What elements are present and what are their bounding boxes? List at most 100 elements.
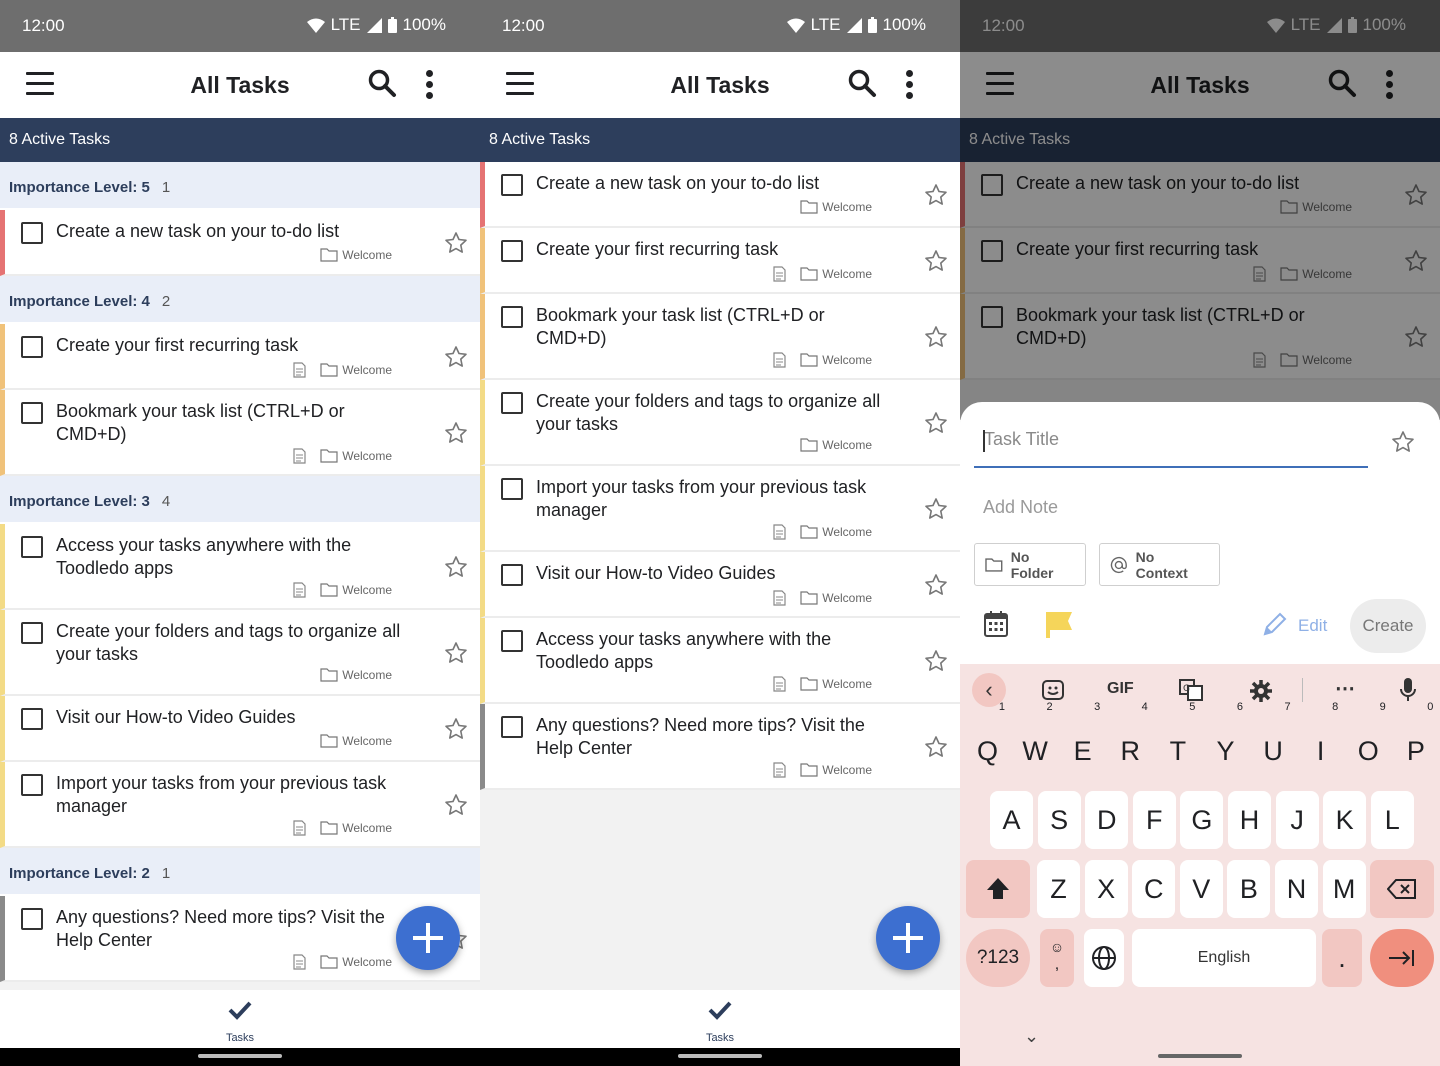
task-checkbox[interactable] (501, 478, 523, 500)
star-button[interactable] (444, 793, 468, 822)
key-f[interactable]: F (1132, 791, 1176, 849)
star-button[interactable] (444, 231, 468, 260)
star-icon[interactable] (444, 421, 468, 445)
task-title[interactable]: Create your first recurring task (536, 238, 886, 261)
star-icon[interactable] (444, 641, 468, 665)
key-b[interactable]: B (1227, 860, 1271, 918)
task-checkbox[interactable] (21, 336, 43, 358)
task-item[interactable]: Access your tasks anywhere with the Tood… (0, 524, 480, 610)
task-title[interactable]: Bookmark your task list (CTRL+D or CMD+D… (56, 400, 406, 446)
task-item[interactable]: Create a new task on your to-do list Welc… (0, 210, 480, 276)
star-icon[interactable] (444, 717, 468, 741)
key-a[interactable]: A (990, 791, 1033, 849)
task-title[interactable]: Create your first recurring task (56, 334, 406, 357)
star-icon[interactable] (444, 231, 468, 255)
task-item[interactable]: Create a new task on your to-do list Welc… (480, 162, 960, 228)
task-item[interactable]: Create your first recurring task Welcome (0, 324, 480, 390)
star-button[interactable] (924, 573, 948, 602)
task-item[interactable]: Create your folders and tags to organize… (480, 380, 960, 466)
key-t[interactable]: T5 (1156, 702, 1199, 780)
star-button[interactable] (924, 735, 948, 764)
key-d[interactable]: D (1085, 791, 1129, 849)
task-item[interactable]: Bookmark your task list (CTRL+D or CMD+D… (0, 390, 480, 476)
flag-icon[interactable] (1044, 610, 1074, 638)
task-item[interactable]: Create your folders and tags to organize… (0, 610, 480, 696)
backspace-key[interactable] (1370, 860, 1434, 918)
task-item[interactable]: Import your tasks from your previous tas… (480, 466, 960, 552)
tasks-nav-label[interactable]: Tasks (480, 1032, 960, 1044)
task-checkbox[interactable] (21, 536, 43, 558)
checkmark-icon[interactable] (228, 1000, 252, 1020)
gif-button[interactable]: GIF (1107, 680, 1134, 698)
folder-chip[interactable]: No Folder (974, 543, 1086, 586)
key-i[interactable]: I8 (1299, 702, 1342, 780)
key-j[interactable]: J (1275, 791, 1319, 849)
hide-keyboard-icon[interactable]: ⌄ (1024, 1026, 1039, 1047)
key-v[interactable]: V (1179, 860, 1223, 918)
star-button[interactable] (924, 325, 948, 354)
task-title[interactable]: Create your folders and tags to organize… (56, 620, 406, 666)
space-key[interactable]: English (1132, 929, 1316, 987)
key-h[interactable]: H (1228, 791, 1271, 849)
task-title[interactable]: Visit our How-to Video Guides (56, 706, 406, 729)
next-key[interactable] (1370, 929, 1434, 987)
key-k[interactable]: K (1323, 791, 1367, 849)
star-icon[interactable] (924, 249, 948, 273)
more-horizontal-icon[interactable]: ⋯ (1335, 676, 1355, 701)
star-icon[interactable] (924, 573, 948, 597)
task-checkbox[interactable] (21, 774, 43, 796)
task-title[interactable]: Create your folders and tags to organize… (536, 390, 886, 436)
add-task-button[interactable] (396, 906, 460, 970)
tasks-nav-label[interactable]: Tasks (0, 1032, 480, 1044)
shift-key[interactable] (966, 860, 1030, 918)
star-icon[interactable] (444, 555, 468, 579)
task-checkbox[interactable] (501, 392, 523, 414)
key-m[interactable]: M (1322, 860, 1366, 918)
star-button[interactable] (924, 411, 948, 440)
key-q[interactable]: Q1 (966, 702, 1009, 780)
importance-group-header[interactable]: Importance Level: 5 1 (0, 162, 480, 210)
key-p[interactable]: P0 (1394, 702, 1437, 780)
checkmark-icon[interactable] (708, 1000, 732, 1020)
star-button[interactable] (444, 641, 468, 670)
star-button[interactable] (444, 345, 468, 374)
task-item[interactable]: Visit our How-to Video Guides Welcome (480, 552, 960, 618)
key-r[interactable]: R4 (1109, 702, 1152, 780)
star-icon[interactable] (924, 497, 948, 521)
search-icon[interactable] (367, 68, 397, 98)
add-note-input[interactable]: Add Note (983, 497, 1058, 518)
task-checkbox[interactable] (501, 240, 523, 262)
task-item[interactable]: Import your tasks from your previous tas… (0, 762, 480, 848)
importance-group-header[interactable]: Importance Level: 3 4 (0, 476, 480, 524)
translate-icon[interactable]: G (1178, 678, 1204, 702)
star-button[interactable] (924, 497, 948, 526)
globe-key[interactable] (1084, 929, 1124, 987)
create-button[interactable]: Create (1350, 599, 1426, 653)
star-icon[interactable] (444, 345, 468, 369)
star-icon[interactable] (1391, 430, 1415, 454)
task-checkbox[interactable] (501, 564, 523, 586)
more-vertical-icon[interactable] (424, 70, 434, 100)
task-checkbox[interactable] (21, 708, 43, 730)
task-title[interactable]: Any questions? Need more tips? Visit the… (56, 906, 406, 952)
task-title[interactable]: Create a new task on your to-do list (536, 172, 886, 195)
star-button[interactable] (924, 249, 948, 278)
key-u[interactable]: U7 (1252, 702, 1295, 780)
star-icon[interactable] (924, 411, 948, 435)
task-title-input[interactable]: Task Title (974, 424, 1368, 468)
key-n[interactable]: N (1275, 860, 1318, 918)
key-s[interactable]: S (1037, 791, 1081, 849)
task-title[interactable]: Any questions? Need more tips? Visit the… (536, 714, 886, 760)
edit-button[interactable]: Edit (1298, 616, 1327, 636)
star-button[interactable] (444, 555, 468, 584)
emoji-sticker-icon[interactable] (1041, 679, 1065, 701)
key-l[interactable]: L (1370, 791, 1414, 849)
task-title[interactable]: Import your tasks from your previous tas… (536, 476, 886, 522)
task-checkbox[interactable] (21, 908, 43, 930)
microphone-icon[interactable] (1399, 677, 1417, 703)
task-title[interactable]: Visit our How-to Video Guides (536, 562, 886, 585)
key-e[interactable]: E3 (1061, 702, 1104, 780)
key-o[interactable]: O9 (1347, 702, 1390, 780)
star-button[interactable] (924, 183, 948, 212)
key-c[interactable]: C (1132, 860, 1176, 918)
